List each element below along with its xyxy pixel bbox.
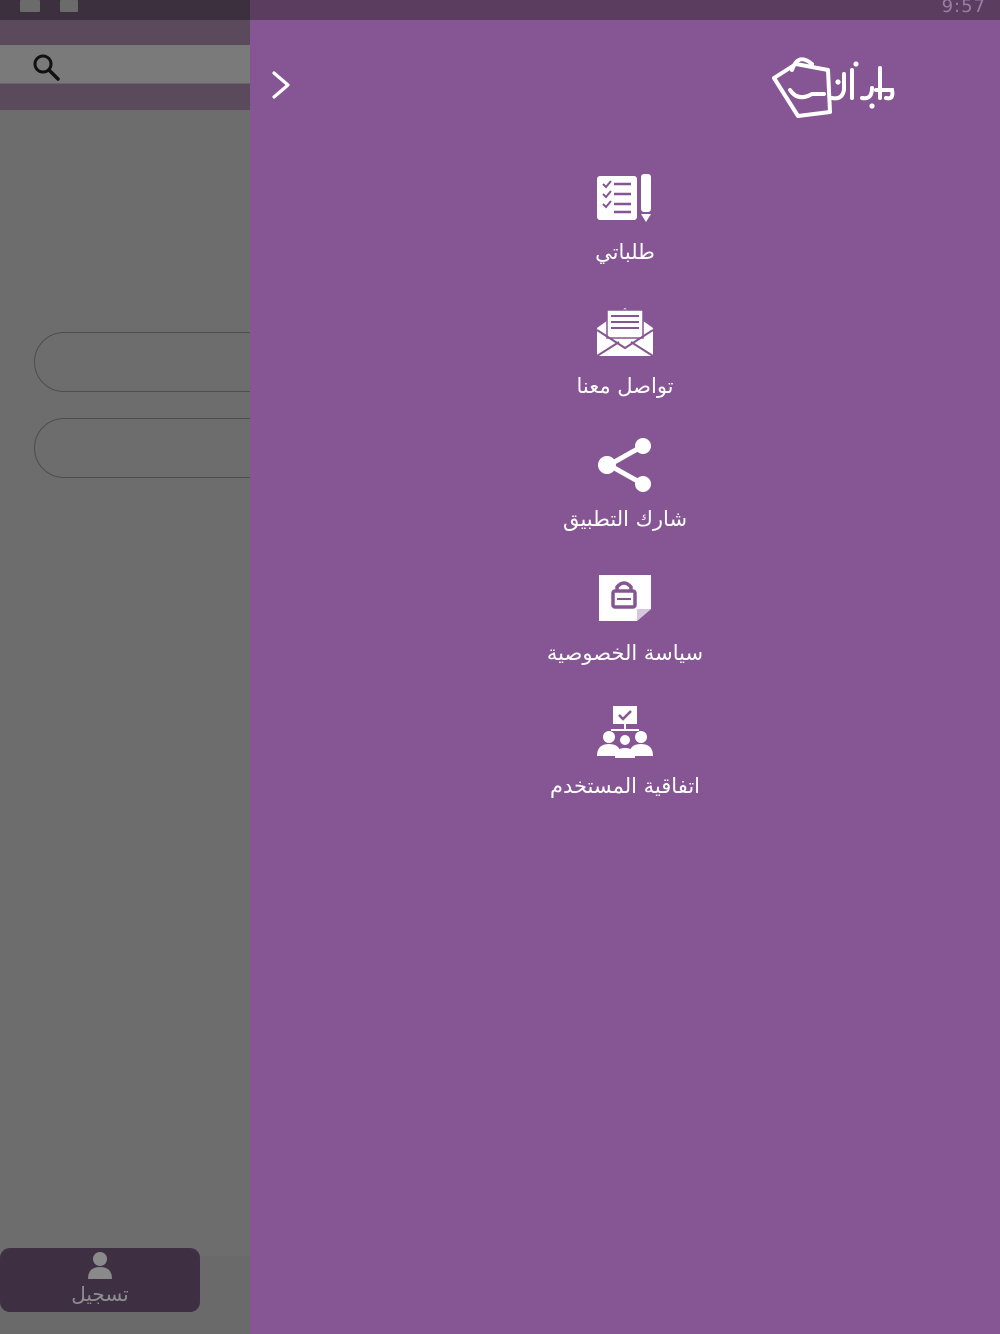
status-bar: 9:57 xyxy=(0,0,1000,20)
background-app: تسجيل xyxy=(0,20,296,1334)
menu-item-privacy-policy[interactable]: سياسة الخصوصية xyxy=(425,571,825,691)
user-icon xyxy=(88,1252,112,1279)
background-search-bar[interactable] xyxy=(0,45,250,84)
status-time: 9:57 xyxy=(941,0,986,17)
app-screen: 9:57 تسجيل طلباتي تواصل معنا شارك التطبي… xyxy=(0,0,1000,1334)
menu-item-label: طلباتي xyxy=(595,240,655,264)
search-icon[interactable] xyxy=(32,53,60,81)
menu-item-label: شارك التطبيق xyxy=(562,507,688,531)
menu-item-contact-us[interactable]: تواصل معنا xyxy=(425,304,825,424)
envelope-icon xyxy=(596,308,654,357)
menu-item-user-agreement[interactable]: اتفاقية المستخدم xyxy=(425,704,825,824)
menu-item-share-app[interactable]: شارك التطبيق xyxy=(425,437,825,557)
bazar-aden-logo xyxy=(772,57,895,118)
chevron-right-icon[interactable] xyxy=(264,68,298,102)
user-agreement-icon xyxy=(597,706,653,758)
gallery-notification-icon xyxy=(20,0,40,12)
orders-list-icon xyxy=(597,174,651,222)
share-icon xyxy=(598,438,651,492)
register-button[interactable]: تسجيل xyxy=(0,1248,200,1312)
navigation-drawer: طلباتي تواصل معنا شارك التطبيق سياسة الخ… xyxy=(250,20,1000,1334)
menu-item-my-orders[interactable]: طلباتي xyxy=(425,170,825,290)
privacy-lock-icon xyxy=(599,575,651,621)
menu-item-label: تواصل معنا xyxy=(576,374,674,398)
register-button-label: تسجيل xyxy=(71,1282,129,1306)
background-body xyxy=(0,110,296,1256)
menu-item-label: سياسة الخصوصية xyxy=(546,641,704,665)
app-notification-icon xyxy=(60,0,78,12)
menu-item-label: اتفاقية المستخدم xyxy=(549,774,701,798)
